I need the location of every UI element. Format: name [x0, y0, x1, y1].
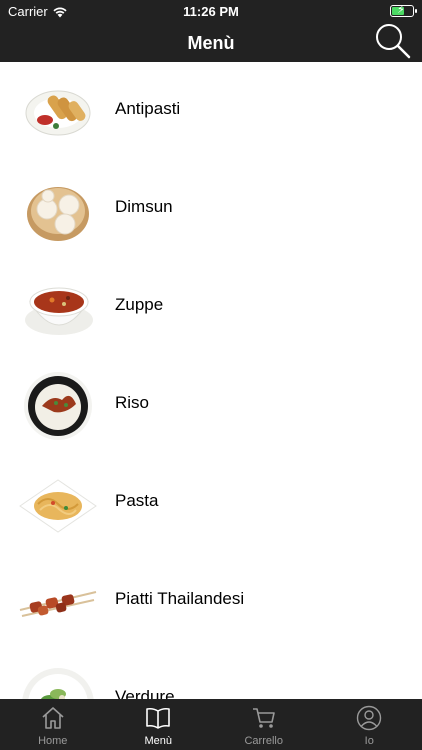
menu-item-pasta[interactable]: Pasta — [0, 454, 422, 552]
cart-icon — [252, 708, 275, 728]
user-icon — [357, 705, 382, 731]
menu-item-antipasti[interactable]: Antipasti — [0, 62, 422, 160]
soup-image — [25, 287, 93, 335]
charging-bolt-icon: ⚡ — [397, 4, 405, 16]
menu-item-label: Verdure — [115, 687, 175, 699]
menu-item-verdure[interactable]: Verdure — [0, 650, 422, 699]
menu-item-label: Riso — [115, 393, 150, 412]
status-bar: Carrier 11:26 PM ⚡ — [0, 0, 422, 22]
menu-item-label: Antipasti — [115, 99, 181, 118]
tab-bar: Home Menù Carrello Io — [0, 699, 422, 750]
menu-item-piatti-thailandesi[interactable]: Piatti Thailandesi — [0, 552, 422, 650]
tab-label: Home — [38, 735, 68, 747]
menu-item-label: Dimsun — [115, 197, 173, 216]
header: Carrier 11:26 PM ⚡ Menù — [0, 0, 422, 62]
tab-menu[interactable]: Menù — [106, 699, 212, 750]
noodles-image — [19, 479, 97, 533]
menu-item-zuppe[interactable]: Zuppe — [0, 258, 422, 356]
tab-label: Io — [364, 735, 374, 747]
menu-item-riso[interactable]: Riso — [0, 356, 422, 454]
tab-home[interactable]: Home — [0, 699, 106, 750]
tab-io[interactable]: Io — [317, 699, 422, 750]
dumplings-image — [27, 187, 89, 241]
tab-label: Carrello — [244, 735, 283, 747]
tab-label: Menù — [144, 735, 173, 747]
menu-item-label: Zuppe — [115, 295, 164, 314]
book-icon — [146, 707, 171, 729]
tab-carrello[interactable]: Carrello — [211, 699, 317, 750]
page-title: Menù — [187, 33, 235, 53]
menu-item-dimsun[interactable]: Dimsun — [0, 160, 422, 258]
menu-list[interactable]: Antipasti Dimsun Zuppe Riso Pasta Piatti… — [0, 62, 422, 699]
menu-item-label: Piatti Thailandesi — [115, 589, 245, 608]
search-icon[interactable] — [374, 22, 412, 60]
battery-icon: ⚡ — [390, 4, 417, 17]
home-icon — [42, 707, 64, 729]
spring-rolls-image — [25, 90, 91, 136]
skewers-image — [19, 591, 97, 617]
status-time: 11:26 PM — [183, 4, 239, 19]
menu-item-label: Pasta — [115, 491, 159, 510]
vegetables-image — [22, 668, 94, 699]
rice-bowl-image — [24, 372, 92, 440]
